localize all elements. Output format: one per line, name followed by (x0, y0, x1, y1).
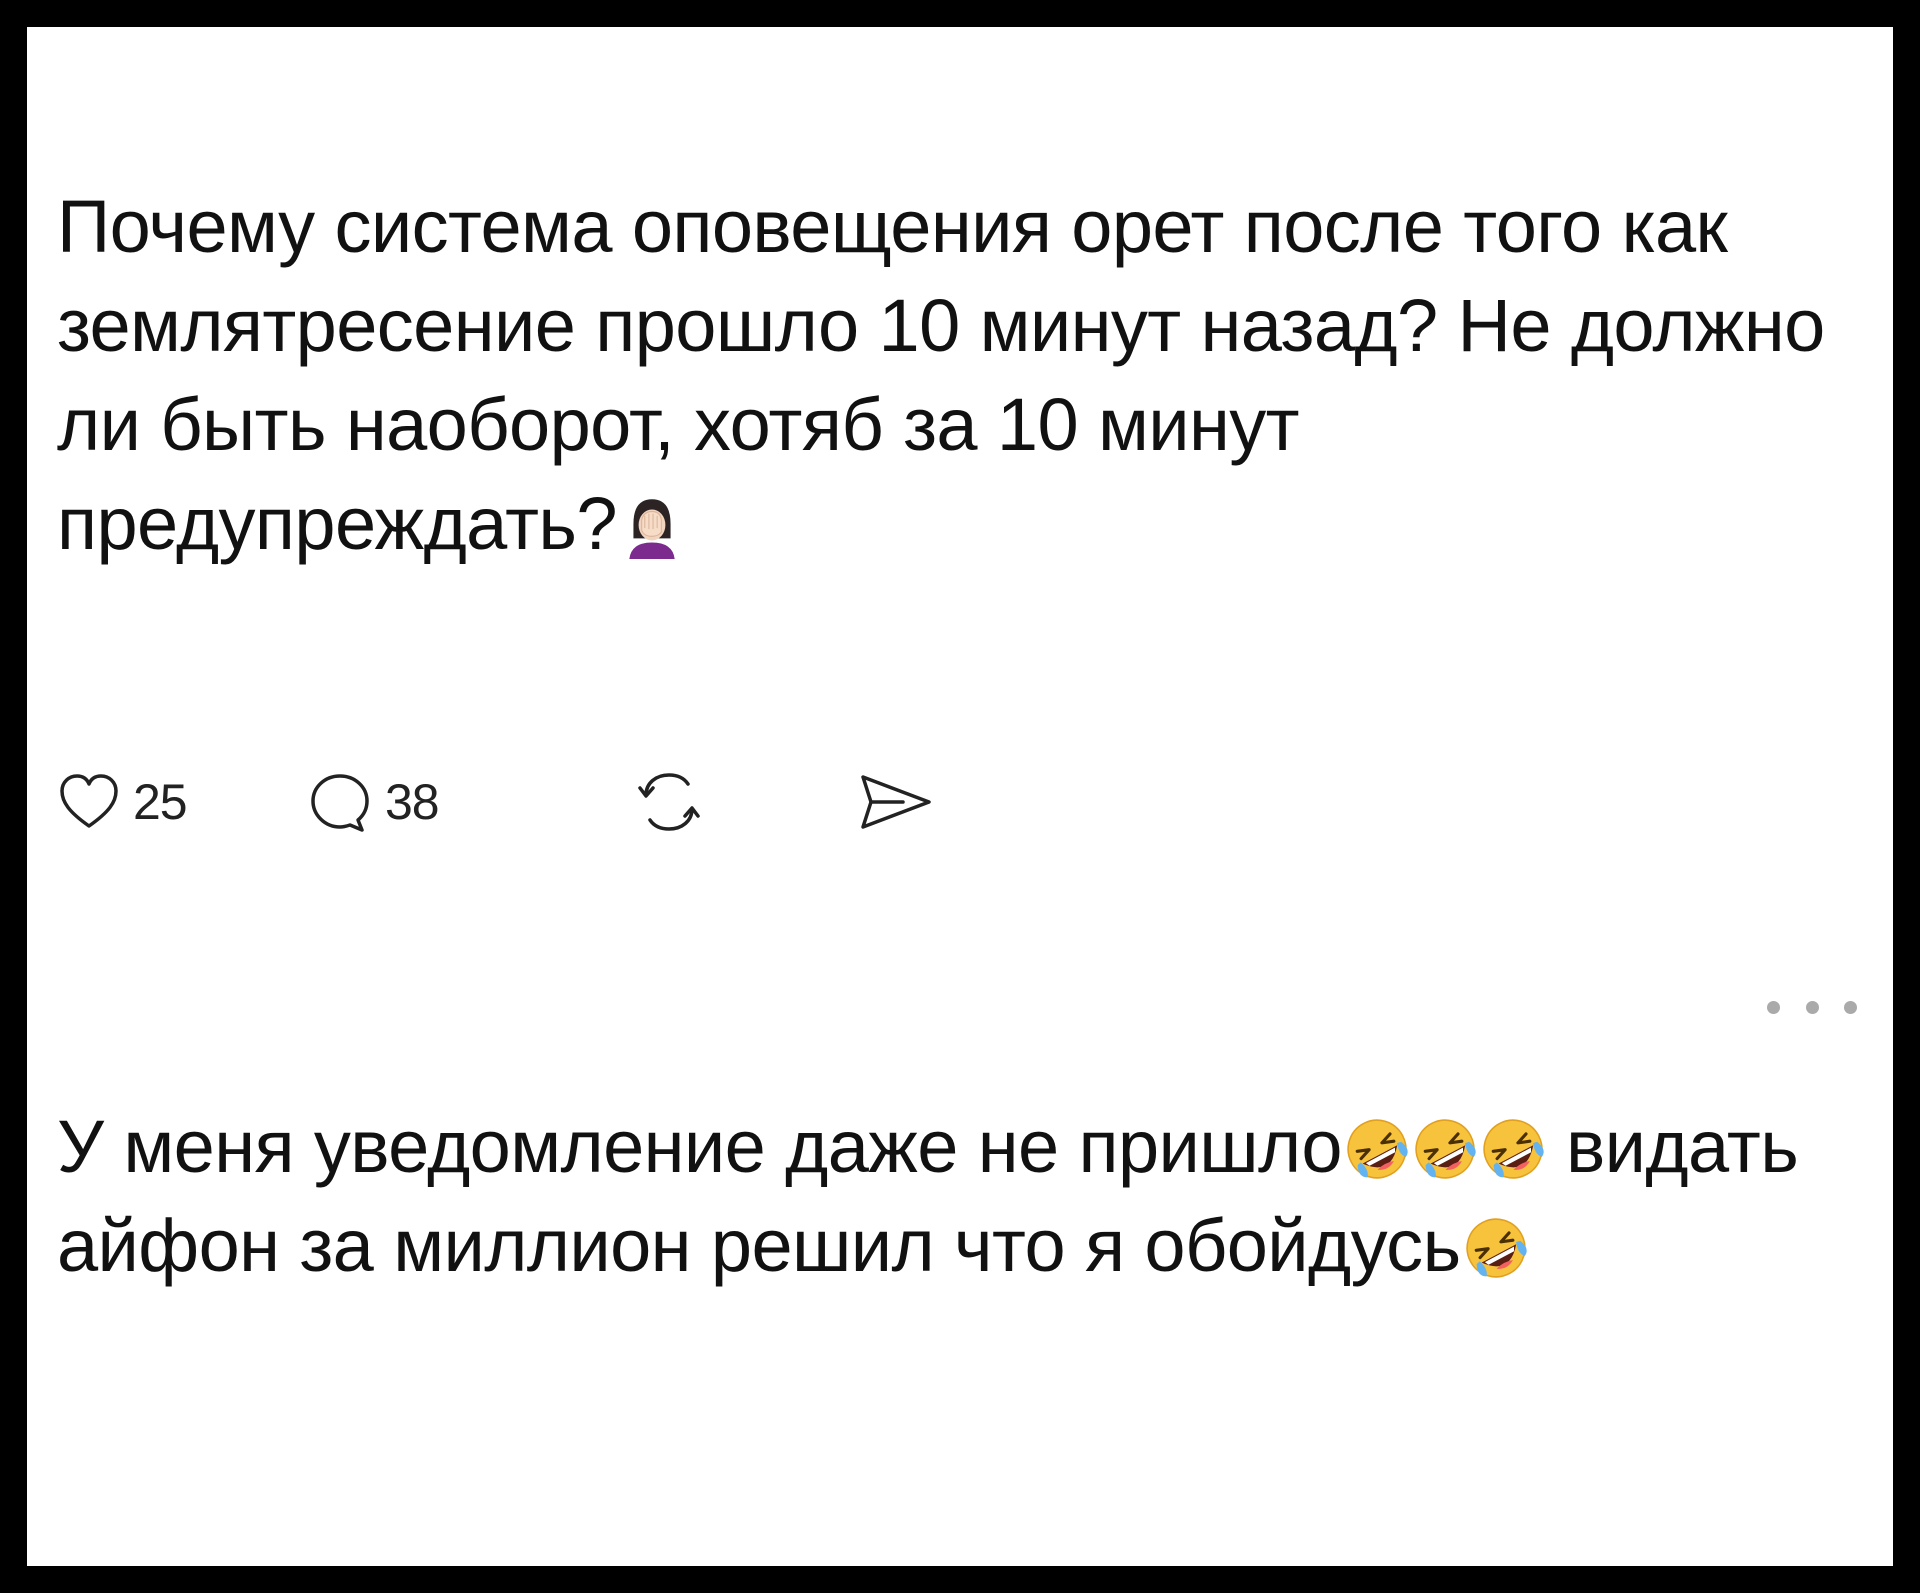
comment-bubble-icon (307, 769, 373, 835)
like-button[interactable]: 25 (57, 770, 307, 834)
comment-text-block: У меня уведомление даже не пришло видать… (57, 1097, 1857, 1295)
more-dot (1844, 1000, 1857, 1014)
more-dot (1805, 1000, 1819, 1014)
laughing-emoji-icon (1344, 1116, 1410, 1182)
more-dot (1767, 1000, 1780, 1014)
repost-button[interactable] (632, 765, 857, 839)
repost-icon (632, 765, 706, 839)
more-options-button[interactable] (1767, 987, 1857, 1027)
woman-facepalming-emoji-icon (619, 493, 685, 559)
comment-text-part1: У меня уведомление даже не пришло (57, 1105, 1343, 1188)
send-icon (857, 769, 935, 835)
screen: Почему система оповещения орет после тог… (27, 27, 1893, 1566)
laughing-emoji-icon (1463, 1215, 1529, 1281)
laughing-emoji-icon (1412, 1116, 1478, 1182)
reply-count: 38 (385, 774, 440, 830)
like-count: 25 (133, 774, 188, 830)
heart-icon (57, 770, 121, 834)
laughing-emoji-icon (1480, 1116, 1546, 1182)
post-actions: 25 38 (57, 762, 935, 842)
share-button[interactable] (857, 769, 935, 835)
reply-button[interactable]: 38 (307, 769, 632, 835)
post-text: Почему система оповещения орет после тог… (57, 185, 1825, 565)
post-text-block: Почему система оповещения орет после тог… (57, 177, 1847, 573)
